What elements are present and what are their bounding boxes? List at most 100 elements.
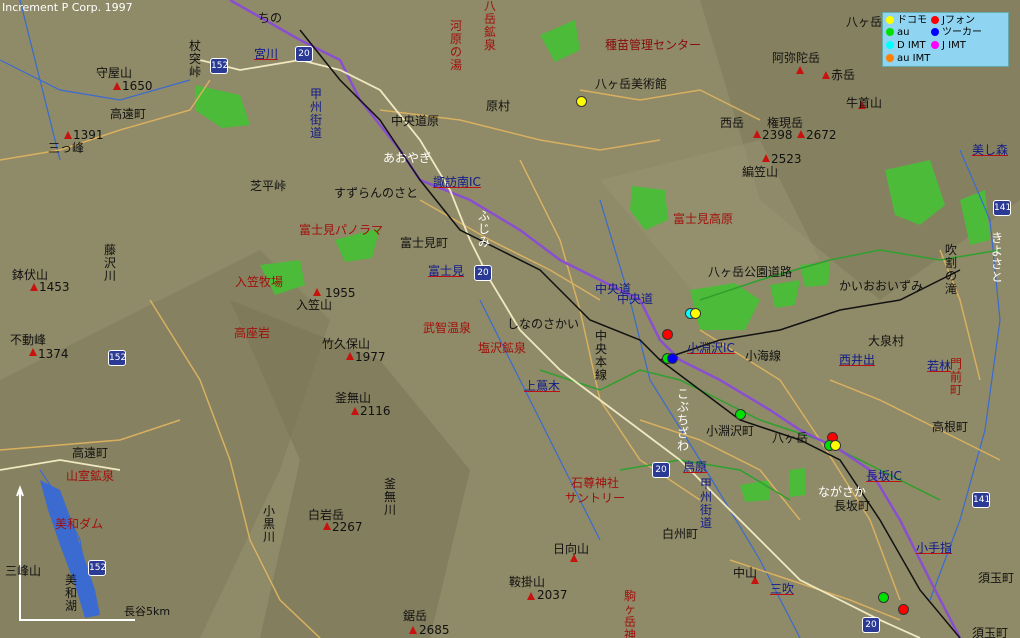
- suwa-minami-ic-label[interactable]: 諏訪南IC: [433, 176, 481, 189]
- yatsugatake-park-road-label: 八ヶ岳公園道路: [708, 265, 793, 279]
- ooizumi-village-label: 大泉村: [868, 334, 905, 348]
- iriya-ranch-label[interactable]: 入笠牧場: [235, 276, 283, 289]
- legend-auimt: au IMT: [886, 53, 930, 65]
- docomo-station-icon[interactable]: [830, 440, 841, 451]
- au-station-icon[interactable]: [878, 592, 889, 603]
- koshu-kaido-label: 甲州街道: [310, 87, 323, 140]
- kiyosato-station-label[interactable]: きよさと: [991, 232, 1005, 284]
- chuo-dohara-label[interactable]: 中央道原: [391, 115, 439, 128]
- yatsugatake-station-label[interactable]: 八ヶ岳: [772, 432, 808, 445]
- sutama-town-label: 須玉町: [978, 571, 1015, 585]
- docomo-station-icon[interactable]: [576, 96, 587, 107]
- sekiso-shrine-label[interactable]: 石尊神社: [571, 477, 619, 490]
- nishiide-label[interactable]: 西井出: [839, 354, 875, 367]
- peak-icon: [762, 154, 770, 162]
- au-station-icon[interactable]: [735, 409, 746, 420]
- yatsugatake-kosen-label[interactable]: 八岳鉱泉: [484, 0, 498, 52]
- peak-icon: [323, 522, 331, 530]
- chuo-expressway2-label: 中央道: [617, 292, 654, 306]
- kotesashi-label[interactable]: 小手指: [916, 542, 952, 555]
- peak-icon: [409, 626, 417, 634]
- kaioizumi-station-label[interactable]: かいおおいずみ: [839, 280, 923, 293]
- auimt-dot-icon: [886, 54, 894, 62]
- torihara-label[interactable]: 鳥原: [683, 461, 707, 474]
- nishidake-label: 西岳: [720, 116, 745, 130]
- peak-icon: [30, 283, 38, 291]
- miwa-lake-label: 美和湖: [65, 573, 78, 613]
- hara-village-label: 原村: [486, 99, 511, 113]
- route-20-shield-icon: 20: [474, 265, 492, 281]
- kobuchizawa-station-label[interactable]: こぶちざわ: [677, 388, 691, 453]
- route-152-shield-icon: 152: [210, 58, 228, 74]
- route-141-shield-icon: 141: [993, 200, 1011, 216]
- kouzaiwa-label: 高座岩: [234, 326, 271, 340]
- wakabayashi-label[interactable]: 若林: [927, 360, 951, 373]
- legend-tuka: ツーカー: [931, 27, 982, 39]
- jphone-station-icon[interactable]: [898, 604, 909, 615]
- peak-icon: [822, 71, 830, 79]
- docomo-dot-icon: [886, 16, 894, 24]
- hinata-mt-label: 日向山: [553, 542, 590, 556]
- aoyagi-station-label[interactable]: あおやぎ: [383, 152, 431, 165]
- chino-station-label[interactable]: ちの: [258, 12, 282, 25]
- shinano-sakai-station-label[interactable]: しなのさかい: [507, 318, 579, 331]
- seed-center-label[interactable]: 種苗管理センター: [605, 39, 701, 52]
- fujimi-panorama-label[interactable]: 富士見パノラマ: [299, 224, 383, 237]
- legend-dimt: D IMT: [886, 40, 926, 52]
- fudou-peak-label: 不動峰: [10, 333, 47, 347]
- koma-shrine-label[interactable]: 駒ヶ岳神社: [624, 590, 638, 638]
- hengasa-mt-label: 編笠山: [742, 165, 779, 179]
- scale-label: 長谷5km: [124, 605, 171, 618]
- peak-icon: [753, 130, 761, 138]
- gongen-label: 権現岳: [767, 116, 804, 130]
- map-canvas[interactable]: Increment P Corp. 1997 ドコモ Jフォン au ツーカー …: [0, 0, 1020, 638]
- route-152-shield-icon: 152: [88, 560, 106, 576]
- suzuran-label: すずらんのさと: [334, 186, 419, 200]
- legend-au: au: [886, 27, 909, 39]
- fujimi-label[interactable]: 富士見: [428, 265, 464, 278]
- kobuchizawa-ic-label[interactable]: 小淵沢IC: [687, 342, 735, 355]
- tuka-station-icon[interactable]: [667, 353, 678, 364]
- nagasaka-ic-label[interactable]: 長坂IC: [866, 470, 902, 483]
- peak-icon: [346, 352, 354, 360]
- nishidake-elevation: 2398: [762, 128, 793, 142]
- gongen-elevation: 2672: [806, 128, 837, 142]
- miwa-dam-label[interactable]: 美和ダム: [55, 518, 103, 531]
- sanbuku-label[interactable]: 三吹: [770, 583, 794, 596]
- fukiwari-falls-label[interactable]: 吹割の滝: [945, 244, 959, 296]
- jphone-dot-icon: [931, 16, 939, 24]
- suntory-label[interactable]: サントリー: [565, 492, 625, 505]
- docomo-station-icon[interactable]: [690, 308, 701, 319]
- yatsugatake-art-museum-label[interactable]: 八ヶ岳美術館: [595, 78, 667, 91]
- kamanashi-elevation: 2116: [360, 404, 391, 418]
- utsukushi-mori-label[interactable]: 美し森: [972, 144, 1008, 157]
- nokogiri-elevation: 2685: [419, 623, 450, 637]
- copyright-text: Increment P Corp. 1997: [2, 1, 133, 14]
- yamamuro-spa-label[interactable]: 山室鉱泉: [66, 470, 114, 483]
- shibahira-pass-label: 芝平峠: [250, 179, 287, 193]
- legend-jimt: J IMT: [931, 40, 966, 52]
- buchi-onsen-label[interactable]: 武智温泉: [423, 322, 471, 335]
- takekubo-elevation: 1977: [355, 350, 386, 364]
- koshu-kaido2-label: 甲州街道: [700, 477, 713, 530]
- nagasaka-station-label[interactable]: ながさか: [818, 486, 866, 499]
- jphone-station-icon[interactable]: [662, 329, 673, 340]
- shiozawa-spa-label[interactable]: 塩沢鉱泉: [478, 342, 526, 355]
- sanpo-mt-label: 三峰山: [5, 564, 42, 578]
- fujimi-station-label[interactable]: ふじみ: [478, 210, 492, 249]
- jimt-dot-icon: [931, 41, 939, 49]
- kawahara-spa-label[interactable]: 河原の湯: [450, 20, 464, 72]
- peak-icon: [313, 288, 321, 296]
- carrier-legend: ドコモ Jフォン au ツーカー D IMT J IMT au IMT: [882, 12, 1009, 67]
- ushikubi-mt-label: 牛首山: [846, 96, 883, 110]
- fujimi-kogen-label[interactable]: 富士見高原: [673, 213, 733, 226]
- tuka-dot-icon: [931, 28, 939, 36]
- legend-docomo: ドコモ: [886, 15, 927, 27]
- moriya-elevation: 1650: [122, 79, 153, 93]
- miyagawa-label[interactable]: 宮川: [254, 48, 278, 61]
- nokogiri-mt-label: 鋸岳: [403, 609, 428, 623]
- yatsugatake-label: 八ヶ岳: [846, 15, 883, 29]
- kamitsutaki-label[interactable]: 上蔦木: [524, 380, 560, 393]
- kokuro-river-label: 小黒川: [263, 504, 276, 544]
- peak-icon: [797, 130, 805, 138]
